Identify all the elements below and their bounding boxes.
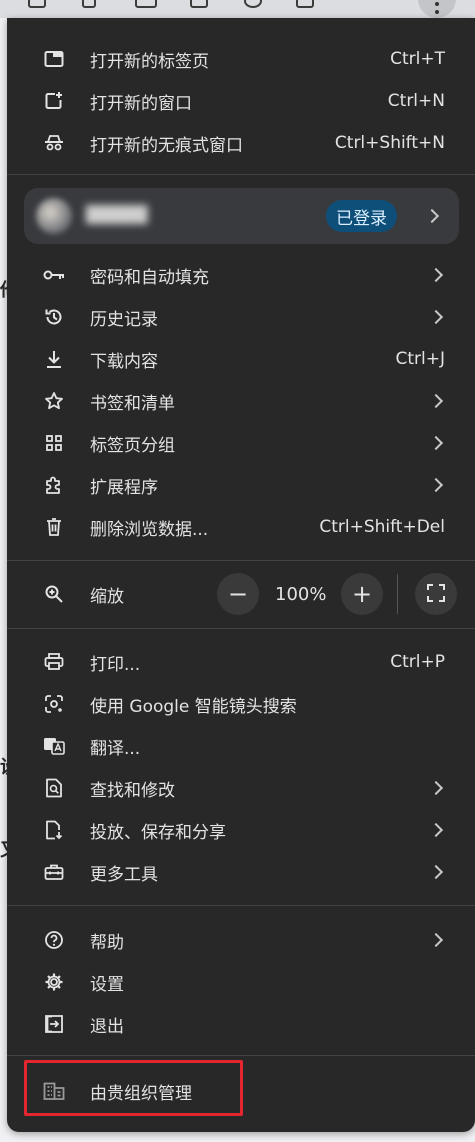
chevron-right-icon (428, 780, 444, 796)
gear-icon (43, 971, 65, 993)
grid-icon (43, 432, 65, 454)
new-tab-icon (43, 48, 65, 70)
toolbox-icon (43, 861, 65, 883)
menu-divider (7, 560, 475, 561)
toolbar-icon[interactable] (190, 0, 208, 8)
menu-item-new-window[interactable]: 打开新的窗口 Ctrl+N (7, 80, 475, 122)
new-window-icon (43, 90, 65, 112)
menu-divider (7, 628, 475, 629)
menu-item-translate[interactable]: 翻译... (7, 725, 475, 767)
menu-item-help[interactable]: 帮助 (7, 919, 475, 961)
menu-divider (7, 1055, 475, 1056)
chevron-right-icon (428, 435, 444, 451)
zoom-in-button[interactable]: + (341, 573, 383, 615)
cast-save-icon (43, 819, 65, 841)
menu-item-new-tab[interactable]: 打开新的标签页 Ctrl+T (7, 38, 475, 80)
chevron-right-icon (424, 208, 440, 224)
star-icon (43, 390, 65, 412)
menu-item-history[interactable]: 历史记录 (7, 296, 475, 338)
menu-item-bookmarks[interactable]: 书签和清单 (7, 380, 475, 422)
menu-item-find-edit[interactable]: 查找和修改 (7, 767, 475, 809)
history-icon (43, 306, 65, 328)
chevron-right-icon (428, 932, 444, 948)
menu-item-downloads[interactable]: 下载内容 Ctrl+J (7, 338, 475, 380)
incognito-icon (43, 132, 65, 154)
browser-main-menu: 打开新的标签页 Ctrl+T 打开新的窗口 Ctrl+N 打开新的无痕式窗口 C… (7, 18, 475, 1132)
zoom-level: 100% (275, 584, 327, 605)
profile-name-blurred: █████ (86, 205, 148, 224)
zoom-icon (43, 583, 65, 605)
toolbar-icon[interactable] (296, 0, 314, 8)
menu-item-cast-save-share[interactable]: 投放、保存和分享 (7, 809, 475, 851)
chevron-right-icon (428, 309, 444, 325)
print-icon (43, 651, 65, 673)
find-icon (43, 777, 65, 799)
menu-item-print[interactable]: 打印... Ctrl+P (7, 641, 475, 683)
browser-menu-button[interactable] (418, 0, 456, 18)
signed-in-badge: 已登录 (326, 200, 397, 232)
menu-item-exit[interactable]: 退出 (7, 1003, 475, 1045)
menu-item-more-tools[interactable]: 更多工具 (7, 851, 475, 893)
menu-item-clear-browsing-data[interactable]: 删除浏览数据... Ctrl+Shift+Del (7, 506, 475, 548)
toolbar-icon[interactable] (82, 0, 96, 8)
puzzle-icon (43, 474, 65, 496)
lens-icon (43, 693, 65, 715)
zoom-divider (397, 574, 398, 614)
menu-item-extensions[interactable]: 扩展程序 (7, 464, 475, 506)
key-icon (43, 264, 65, 286)
menu-item-passwords[interactable]: 密码和自动填充 (7, 254, 475, 296)
chevron-right-icon (428, 477, 444, 493)
toolbar-icon[interactable] (135, 0, 157, 8)
menu-item-tab-groups[interactable]: 标签页分组 (7, 422, 475, 464)
menu-item-settings[interactable]: 设置 (7, 961, 475, 1003)
translate-icon (43, 735, 65, 757)
fullscreen-button[interactable] (415, 573, 457, 615)
browser-toolbar (0, 0, 475, 18)
menu-item-incognito[interactable]: 打开新的无痕式窗口 Ctrl+Shift+N (7, 122, 475, 164)
zoom-out-button[interactable]: − (217, 573, 259, 615)
fullscreen-icon (427, 580, 445, 608)
trash-icon (43, 516, 65, 538)
chevron-right-icon (428, 822, 444, 838)
profile-row[interactable]: █████ 已登录 (24, 188, 459, 244)
toolbar-icon[interactable] (244, 0, 262, 8)
menu-item-google-lens[interactable]: 使用 Google 智能镜头搜索 (7, 683, 475, 725)
help-icon (43, 929, 65, 951)
highlight-annotation-box (24, 1060, 243, 1116)
chevron-right-icon (428, 267, 444, 283)
chevron-right-icon (428, 864, 444, 880)
toolbar-icon[interactable] (28, 0, 46, 8)
download-icon (43, 348, 65, 370)
exit-icon (43, 1013, 65, 1035)
menu-divider (7, 174, 475, 175)
chevron-right-icon (428, 393, 444, 409)
avatar (36, 198, 72, 234)
menu-divider (7, 905, 475, 906)
